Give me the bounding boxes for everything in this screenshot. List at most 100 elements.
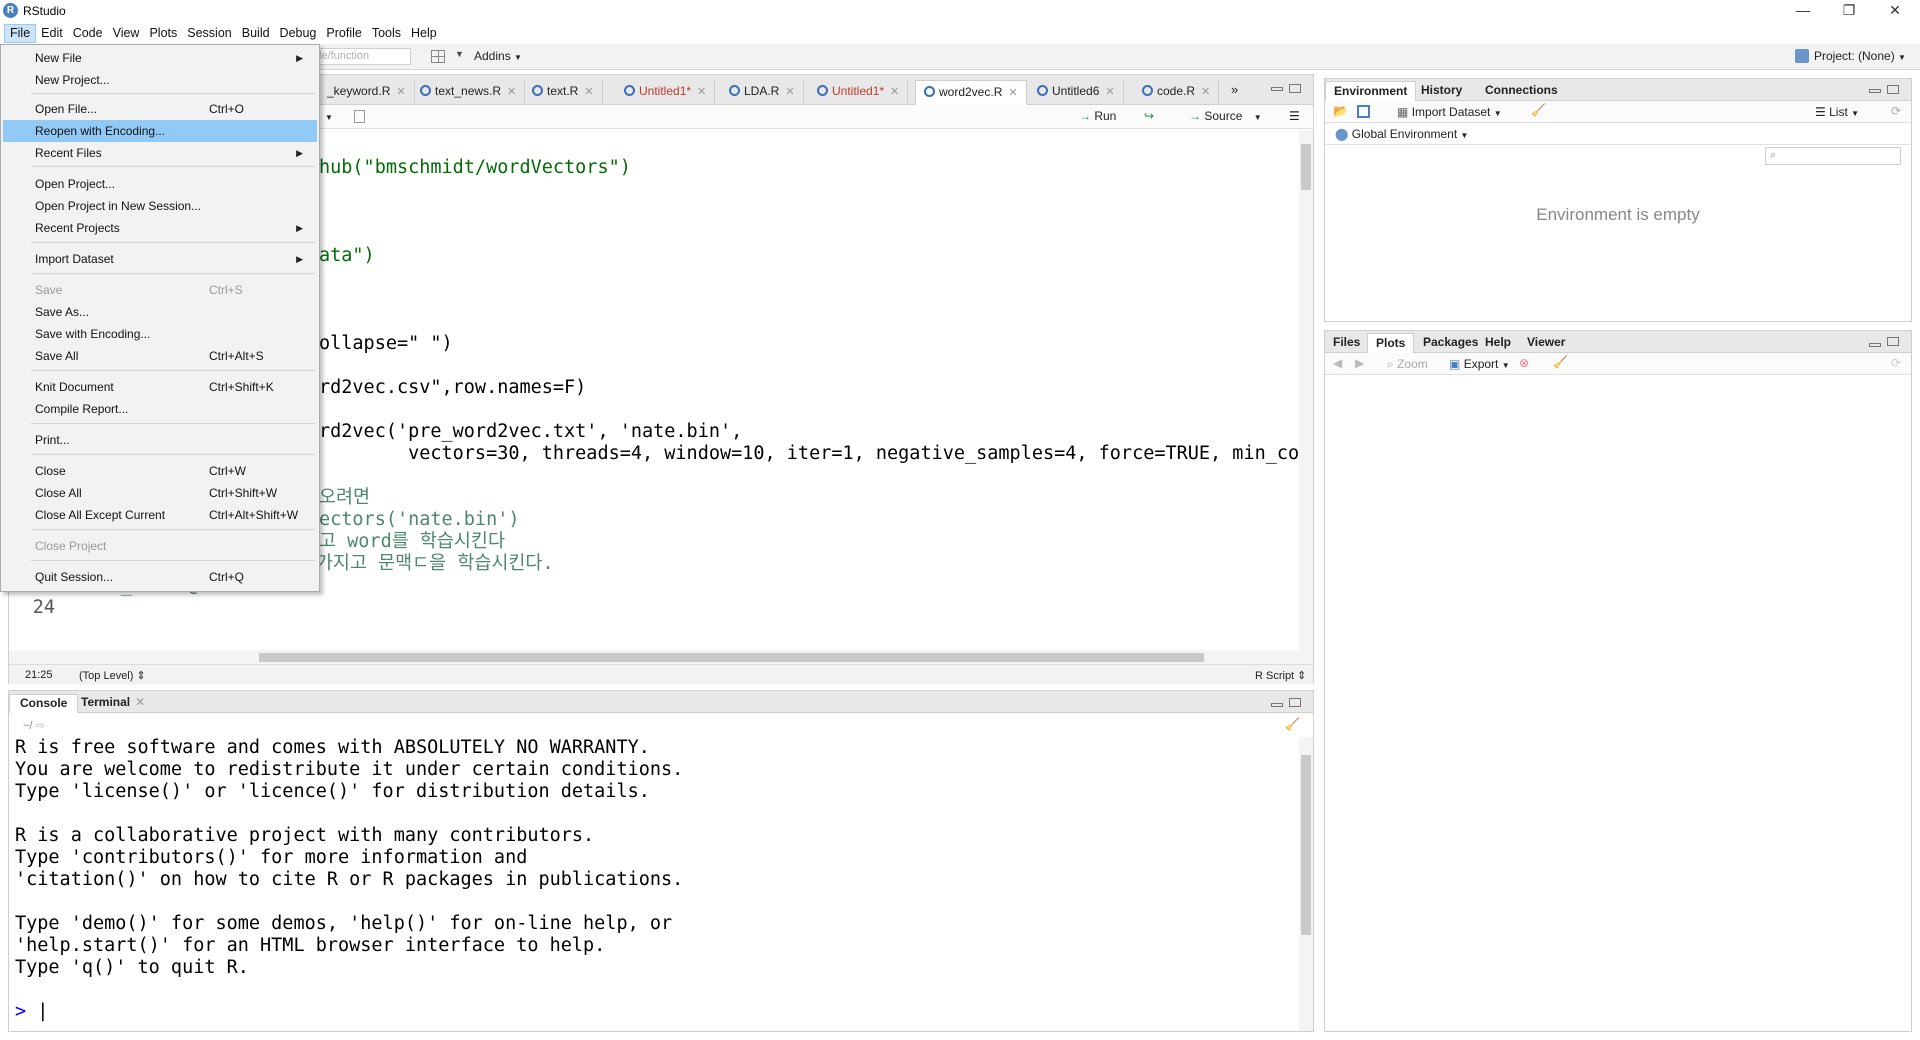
close-icon[interactable]: ✕: [1105, 86, 1114, 98]
menu-view[interactable]: View: [108, 24, 145, 43]
addins-button[interactable]: Addins ▼: [474, 49, 522, 63]
menu-tools[interactable]: Tools: [367, 24, 406, 43]
close-icon[interactable]: ✕: [785, 86, 794, 98]
menu-item-save-with-encoding[interactable]: Save with Encoding...: [3, 323, 317, 345]
menu-item-import-dataset[interactable]: Import Dataset ▶: [3, 248, 317, 270]
editor-tab[interactable]: LDA.R ✕: [721, 80, 804, 105]
menu-item-recent-projects[interactable]: Recent Projects ▶: [3, 217, 317, 239]
refresh-icon[interactable]: ⟳: [1891, 356, 1901, 370]
minimize-pane-icon[interactable]: [1869, 89, 1881, 93]
minimize-pane-icon[interactable]: [1271, 87, 1283, 91]
menu-item-save-all[interactable]: Save All Ctrl+Alt+S: [3, 345, 317, 367]
menu-file[interactable]: File: [4, 23, 37, 43]
pane-layout-icon[interactable]: [431, 50, 445, 63]
tab-environment[interactable]: Environment: [1325, 81, 1417, 101]
menu-profile[interactable]: Profile: [321, 24, 366, 43]
outline-icon[interactable]: ☰: [1289, 109, 1300, 123]
file-type-selector[interactable]: R Script ⇕: [1255, 669, 1306, 682]
console-vertical-scrollbar[interactable]: [1299, 737, 1313, 1031]
editor-tab[interactable]: Untitled1* ✕: [809, 80, 909, 105]
run-button[interactable]: → Run: [1079, 109, 1116, 123]
minimize-pane-icon[interactable]: [1869, 343, 1881, 347]
working-directory[interactable]: ~/ ⇨: [23, 719, 45, 732]
tab-files[interactable]: Files: [1325, 333, 1368, 353]
editor-tab[interactable]: code.R ✕: [1134, 80, 1220, 105]
maximize-pane-icon[interactable]: [1887, 85, 1899, 94]
broom-icon[interactable]: 🧹: [1531, 103, 1546, 117]
document-icon[interactable]: [354, 110, 365, 123]
rerun-icon[interactable]: ↪: [1144, 109, 1154, 123]
menu-item-open-file[interactable]: Open File... Ctrl+O: [3, 98, 317, 120]
menu-plots[interactable]: Plots: [144, 24, 182, 43]
close-icon[interactable]: ✕: [697, 86, 706, 98]
chevron-down-icon[interactable]: ▼: [455, 49, 464, 59]
save-icon[interactable]: [1357, 105, 1370, 118]
editor-tab[interactable]: text_news.R ✕: [412, 80, 526, 105]
menu-item-print[interactable]: Print...: [3, 429, 317, 451]
back-arrow-icon[interactable]: ◀: [1333, 356, 1342, 370]
menu-item-quit-session[interactable]: Quit Session... Ctrl+Q: [3, 566, 317, 588]
tab-plots[interactable]: Plots: [1367, 333, 1415, 353]
tab-viewer[interactable]: Viewer: [1519, 333, 1573, 353]
tab-terminal[interactable]: Terminal ✕: [71, 694, 155, 713]
project-menu[interactable]: Project: (None) ▼: [1814, 49, 1906, 63]
console-prompt[interactable]: > |: [15, 1001, 48, 1023]
more-tabs-icon[interactable]: »: [1231, 82, 1238, 97]
close-icon[interactable]: ✕: [396, 86, 405, 98]
environment-search-input[interactable]: ⌕: [1765, 147, 1901, 165]
tab-console[interactable]: Console: [9, 694, 79, 713]
editor-tab-active[interactable]: word2vec.R ✕: [915, 80, 1027, 105]
open-folder-icon[interactable]: 📂: [1333, 104, 1348, 118]
scope-dropdown[interactable]: ⬤ Global Environment ▼: [1335, 127, 1468, 141]
editor-vertical-scrollbar[interactable]: [1299, 130, 1313, 650]
tab-packages[interactable]: Packages: [1415, 333, 1486, 353]
forward-arrow-icon[interactable]: ▶: [1355, 356, 1364, 370]
menu-item-save-as[interactable]: Save As...: [3, 301, 317, 323]
close-icon[interactable]: ✕: [1201, 86, 1210, 98]
maximize-pane-icon[interactable]: [1887, 337, 1899, 346]
menu-item-close-all[interactable]: Close All Ctrl+Shift+W: [3, 482, 317, 504]
close-icon[interactable]: ✕: [584, 86, 593, 98]
scope-selector[interactable]: (Top Level) ⇕: [79, 669, 146, 682]
go-to-file-input[interactable]: le/function: [315, 48, 411, 65]
clear-console-icon[interactable]: 🧹: [1285, 717, 1300, 731]
editor-tab[interactable]: text.R ✕: [524, 80, 603, 105]
broom-icon[interactable]: 🧹: [1553, 355, 1568, 369]
minimize-button[interactable]: —: [1780, 0, 1826, 22]
menu-debug[interactable]: Debug: [275, 24, 322, 43]
close-icon[interactable]: ✕: [890, 86, 899, 98]
chevron-down-icon[interactable]: ▼: [325, 109, 333, 123]
scroll-thumb[interactable]: [259, 653, 1204, 662]
remove-plot-icon[interactable]: ⊗: [1519, 356, 1529, 370]
maximize-pane-icon[interactable]: [1289, 698, 1301, 707]
minimize-pane-icon[interactable]: [1271, 703, 1283, 707]
menu-item-open-project[interactable]: Open Project...: [3, 173, 317, 195]
refresh-icon[interactable]: ⟳: [1891, 104, 1901, 118]
editor-tab[interactable]: Untitled6 ✕: [1029, 80, 1124, 105]
menu-item-new-file[interactable]: New File ▶: [3, 47, 317, 69]
editor-tab[interactable]: _keyword.R ✕: [319, 80, 415, 105]
menu-help[interactable]: Help: [406, 24, 442, 43]
editor-horizontal-scrollbar[interactable]: [9, 650, 1313, 664]
close-window-button[interactable]: ✕: [1872, 0, 1918, 22]
menu-code[interactable]: Code: [68, 24, 108, 43]
menu-item-save[interactable]: Save Ctrl+S: [3, 279, 317, 301]
source-button[interactable]: → Source ▼: [1189, 109, 1262, 123]
menu-item-close[interactable]: Close Ctrl+W: [3, 460, 317, 482]
export-button[interactable]: ▣ Export ▼: [1449, 357, 1510, 371]
menu-item-close-all-except-current[interactable]: Close All Except Current Ctrl+Alt+Shift+W: [3, 504, 317, 526]
list-mode-button[interactable]: ☰ List ▼: [1815, 105, 1859, 119]
maximize-pane-icon[interactable]: [1289, 84, 1301, 93]
tab-connections[interactable]: Connections: [1477, 81, 1566, 101]
scroll-thumb[interactable]: [1301, 755, 1311, 935]
menu-build[interactable]: Build: [237, 24, 275, 43]
menu-item-knit-document[interactable]: Knit Document Ctrl+Shift+K: [3, 376, 317, 398]
close-icon[interactable]: ✕: [1008, 87, 1017, 99]
menu-item-new-project[interactable]: New Project...: [3, 69, 317, 91]
editor-tab[interactable]: Untitled1* ✕: [616, 80, 716, 105]
restore-button[interactable]: ❐: [1826, 0, 1872, 22]
menu-item-compile-report[interactable]: Compile Report...: [3, 398, 317, 420]
scroll-thumb[interactable]: [1301, 144, 1311, 190]
close-icon[interactable]: ✕: [507, 86, 516, 98]
menu-item-recent-files[interactable]: Recent Files ▶: [3, 142, 317, 164]
